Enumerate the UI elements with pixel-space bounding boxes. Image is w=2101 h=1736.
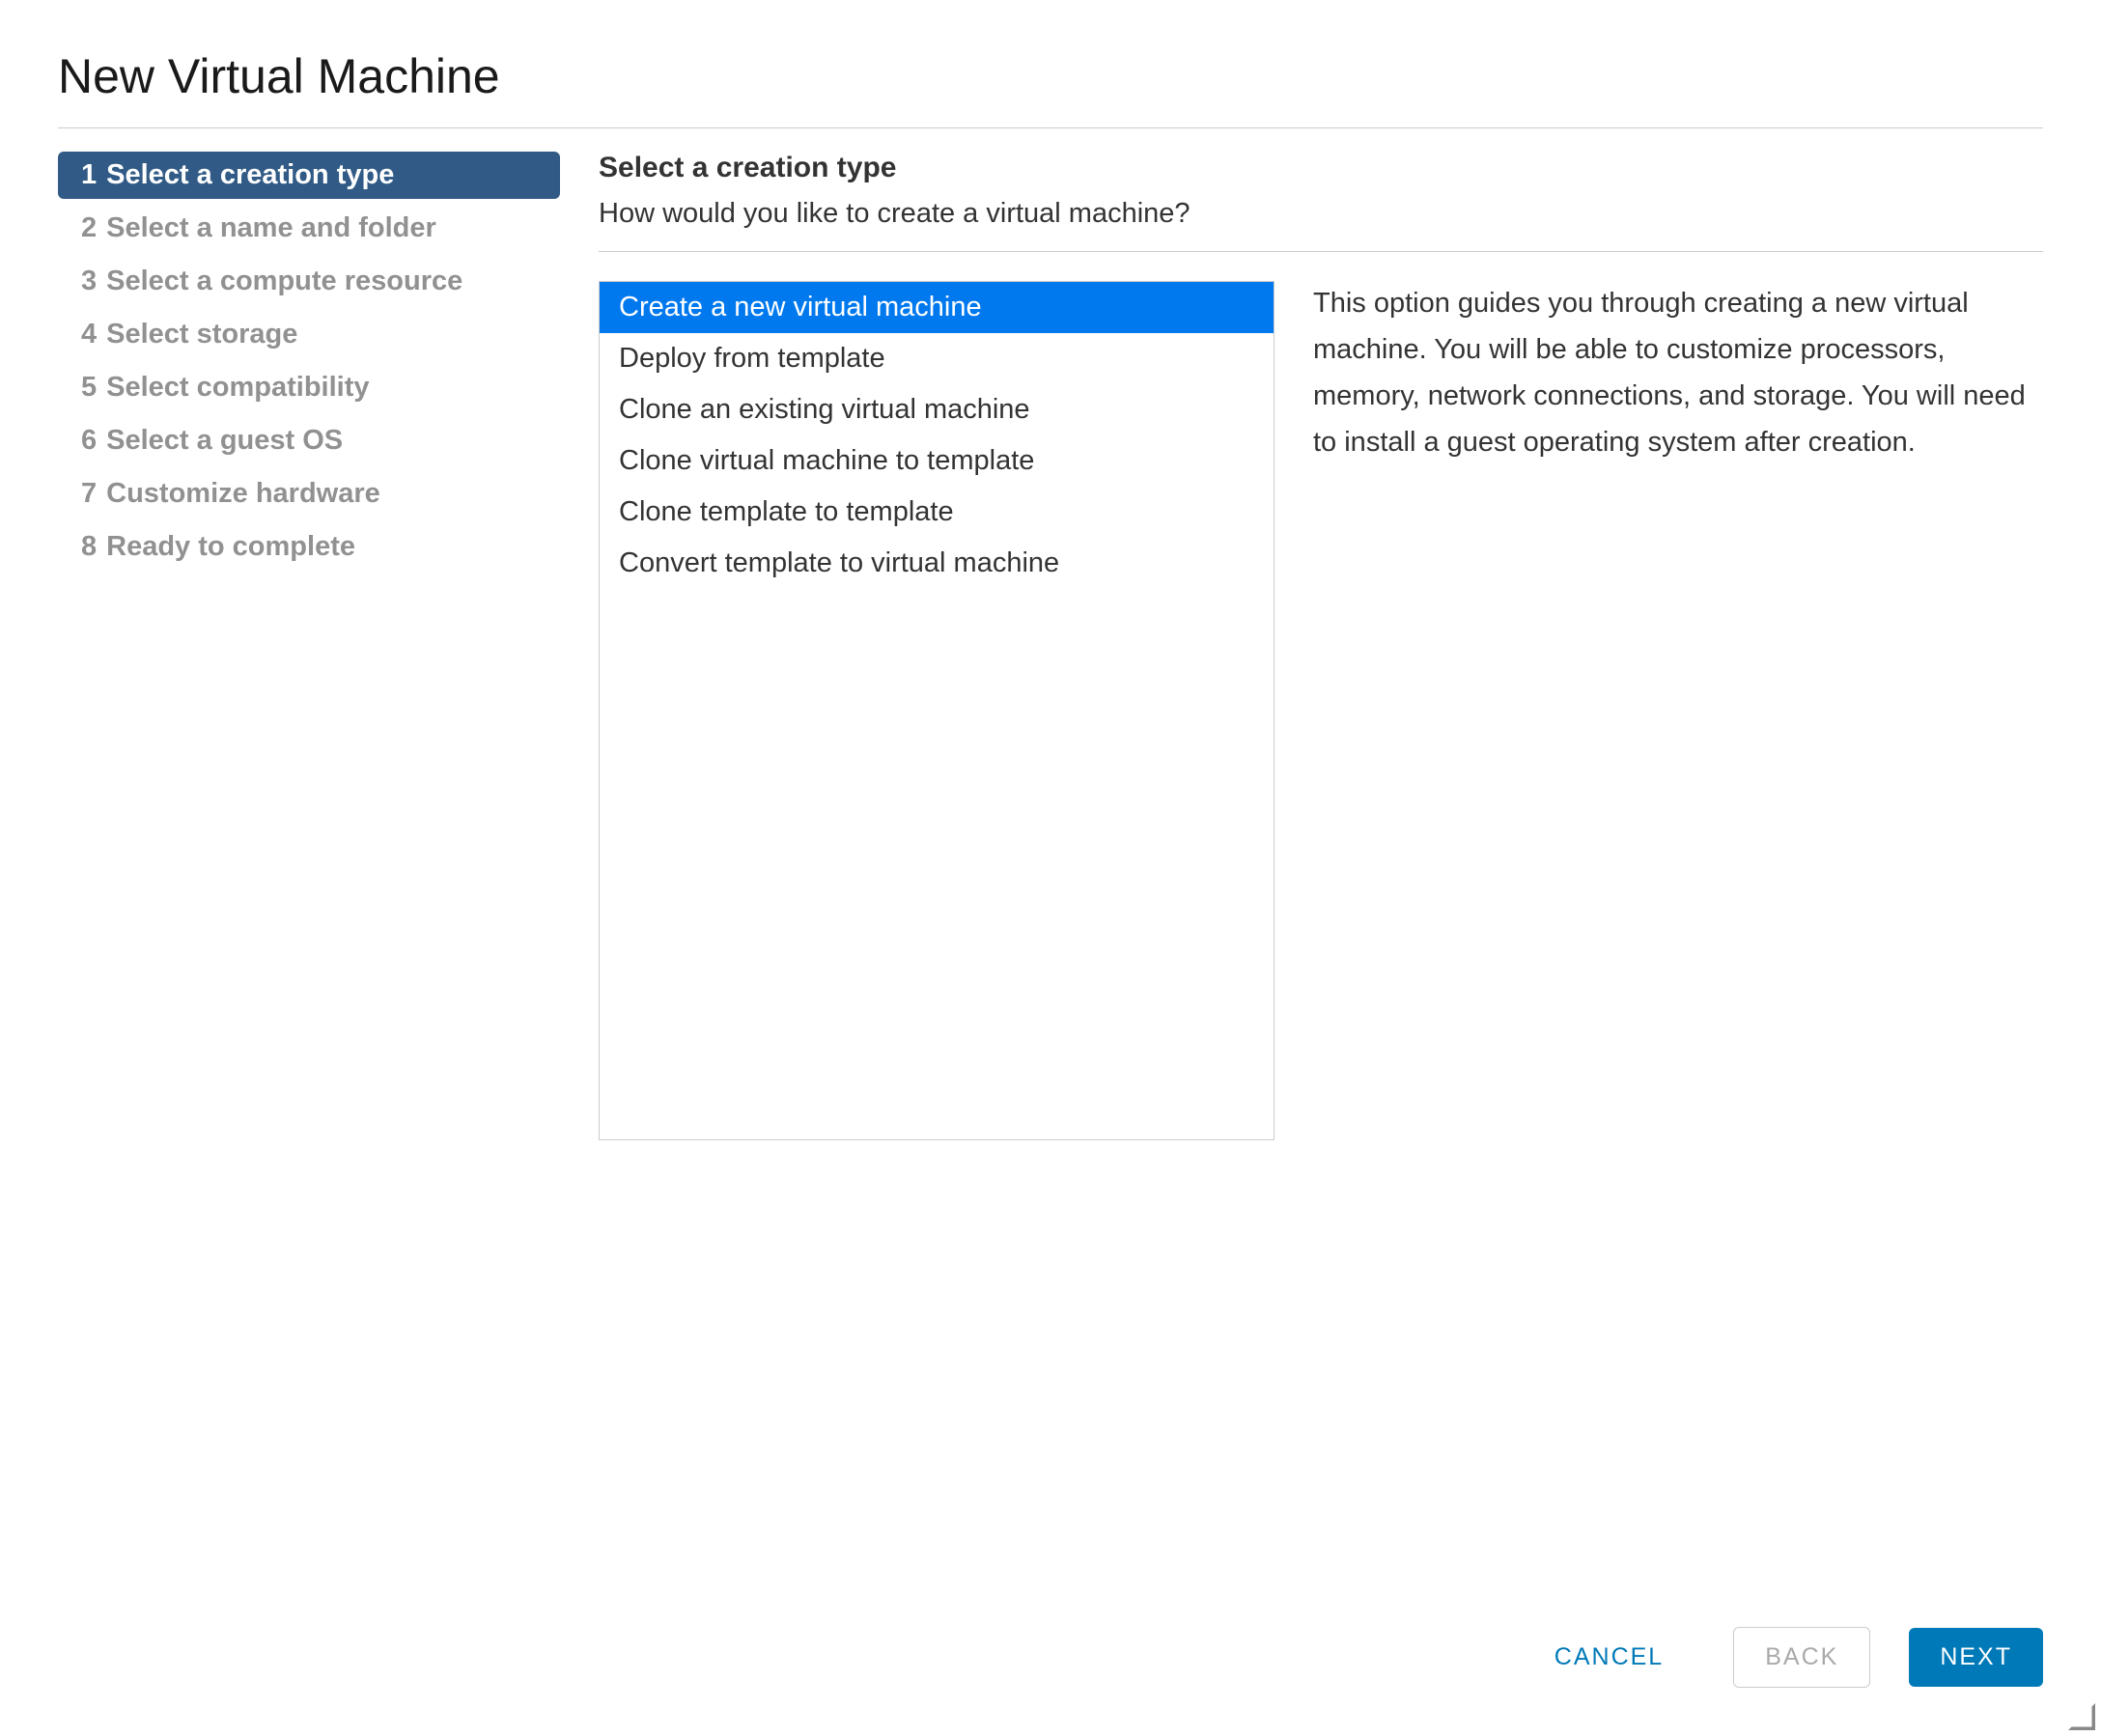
dialog-title: New Virtual Machine [58, 48, 2043, 104]
step-number: 8 [81, 531, 97, 563]
step-select-guest-os: 6 Select a guest OS [58, 417, 560, 464]
cancel-button[interactable]: CANCEL [1524, 1628, 1695, 1687]
wizard-steps-sidebar: 1 Select a creation type 2 Select a name… [58, 152, 560, 1140]
creation-type-panels: Create a new virtual machine Deploy from… [599, 281, 2043, 1140]
step-select-creation-type[interactable]: 1 Select a creation type [58, 152, 560, 199]
step-ready-to-complete: 8 Ready to complete [58, 523, 560, 571]
step-number: 3 [81, 266, 97, 297]
step-select-compute-resource: 3 Select a compute resource [58, 258, 560, 305]
divider [599, 251, 2043, 252]
section-subtitle: How would you like to create a virtual m… [599, 198, 2043, 230]
option-clone-vm-to-template[interactable]: Clone virtual machine to template [600, 435, 1274, 487]
resize-grip-icon[interactable] [2068, 1703, 2095, 1730]
step-label: Select compatibility [106, 372, 369, 404]
step-label: Select a compute resource [106, 266, 462, 297]
option-convert-template-to-vm[interactable]: Convert template to virtual machine [600, 538, 1274, 589]
option-create-new-vm[interactable]: Create a new virtual machine [600, 282, 1274, 333]
step-number: 7 [81, 478, 97, 510]
new-vm-dialog: New Virtual Machine 1 Select a creation … [0, 0, 2101, 1736]
option-clone-template-to-template[interactable]: Clone template to template [600, 487, 1274, 538]
creation-type-list[interactable]: Create a new virtual machine Deploy from… [599, 281, 1275, 1140]
dialog-footer: CANCEL BACK NEXT [1524, 1627, 2043, 1688]
step-customize-hardware: 7 Customize hardware [58, 470, 560, 518]
next-button[interactable]: NEXT [1909, 1628, 2043, 1687]
divider [58, 127, 2043, 128]
step-label: Ready to complete [106, 531, 355, 563]
step-label: Select a creation type [106, 159, 394, 191]
step-number: 1 [81, 159, 97, 191]
dialog-content: 1 Select a creation type 2 Select a name… [58, 152, 2043, 1140]
back-button: BACK [1733, 1627, 1870, 1688]
step-label: Customize hardware [106, 478, 380, 510]
step-number: 6 [81, 425, 97, 457]
option-clone-existing-vm[interactable]: Clone an existing virtual machine [600, 384, 1274, 435]
step-label: Select a guest OS [106, 425, 343, 457]
step-select-name-folder: 2 Select a name and folder [58, 205, 560, 252]
step-number: 5 [81, 372, 97, 404]
wizard-main-panel: Select a creation type How would you lik… [599, 152, 2043, 1140]
step-label: Select storage [106, 319, 297, 350]
section-title: Select a creation type [599, 152, 2043, 184]
option-deploy-from-template[interactable]: Deploy from template [600, 333, 1274, 384]
step-label: Select a name and folder [106, 212, 436, 244]
step-select-compatibility: 5 Select compatibility [58, 364, 560, 411]
step-number: 2 [81, 212, 97, 244]
step-number: 4 [81, 319, 97, 350]
step-select-storage: 4 Select storage [58, 311, 560, 358]
option-description: This option guides you through creating … [1313, 281, 2043, 1140]
